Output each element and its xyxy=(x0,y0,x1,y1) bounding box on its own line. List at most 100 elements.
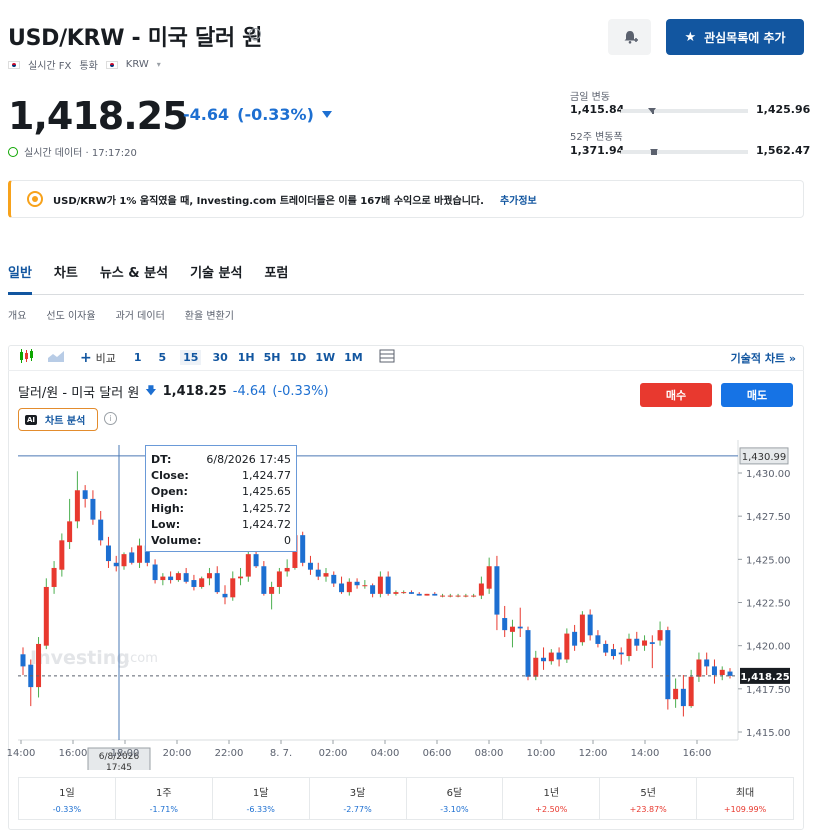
banner-more-link[interactable]: 추가정보 xyxy=(500,192,537,207)
candle-body xyxy=(284,567,290,572)
candle-body xyxy=(370,585,376,594)
candle-body xyxy=(401,592,407,594)
candle-body xyxy=(440,595,446,597)
ai-badge-icon: AI xyxy=(25,414,38,425)
x-tick-label: 14:00 xyxy=(7,748,36,759)
compare-label: 비교 xyxy=(95,351,116,365)
perf-cell-3m[interactable]: 3달 -2.77% xyxy=(310,778,407,819)
perf-cell-max[interactable]: 최대 +109.99% xyxy=(697,778,793,819)
subtab-forward-rates[interactable]: 선도 이자율 xyxy=(46,307,95,322)
realtime-label: 실시간 데이터 · 17:17:20 xyxy=(24,148,137,159)
chart-toolbar: + 비교 1 5 15 30 1H 5H 1D 1W 1M 기술적 차트 » xyxy=(8,345,804,371)
chevron-down-icon[interactable]: ▾ xyxy=(157,60,161,69)
tooltip-row: High: 1,425.72 xyxy=(151,501,291,515)
table-view-icon[interactable] xyxy=(379,349,395,366)
korea-flag-icon xyxy=(8,60,20,69)
subtab-overview[interactable]: 개요 xyxy=(8,307,26,322)
plus-icon: + xyxy=(80,349,92,366)
day-range-bar xyxy=(621,109,748,113)
interval-15[interactable]: 15 xyxy=(180,350,202,365)
perf-cell-5y[interactable]: 5년 +23.87% xyxy=(600,778,698,819)
perf-cell-1m[interactable]: 1달 -6.33% xyxy=(213,778,310,819)
info-icon[interactable]: i xyxy=(104,412,117,425)
candle-body xyxy=(129,552,135,563)
candle-body xyxy=(579,614,585,643)
candle-body xyxy=(696,659,702,677)
candle-body xyxy=(113,562,119,567)
y-tick-label: 1,420.00 xyxy=(746,642,791,653)
perf-cell-1w[interactable]: 1주 -1.71% xyxy=(116,778,213,819)
compare-button[interactable]: + 비교 xyxy=(80,350,116,366)
currency-selector[interactable]: KRW xyxy=(126,59,149,70)
tab-forum[interactable]: 포럼 xyxy=(264,262,288,295)
interval-1w[interactable]: 1W xyxy=(315,351,335,364)
week52-high: 1,562.47 xyxy=(756,144,811,157)
interval-1m[interactable]: 1M xyxy=(344,351,363,364)
perf-cell-6m[interactable]: 6달 -3.10% xyxy=(407,778,504,819)
candle-body xyxy=(642,640,648,646)
candlestick-chart[interactable]: Investing .com 1,430.996/8/202617:451,41… xyxy=(0,440,820,770)
chart-change-pct: (-0.33%) xyxy=(272,384,329,399)
chart-overlay: 1,430.996/8/202617:451,418.25 xyxy=(18,445,790,770)
candle-body xyxy=(564,633,570,660)
candle-body xyxy=(649,642,655,644)
week52-range-label: 52주 변동폭 xyxy=(570,132,623,143)
candle-body xyxy=(160,576,166,581)
candle-body xyxy=(719,669,725,676)
week52-low: 1,371.94 xyxy=(570,144,625,157)
interval-1[interactable]: 1 xyxy=(134,351,142,364)
candle-body xyxy=(455,595,461,597)
perf-cell-1y[interactable]: 1년 +2.50% xyxy=(503,778,601,819)
candle-body xyxy=(711,666,717,676)
x-tick-label: 08:00 xyxy=(475,748,504,759)
main-tabs: 일반 차트 뉴스 & 분석 기술 분석 포럼 xyxy=(8,262,804,295)
candle-body xyxy=(36,643,42,688)
x-tick-label: 16:00 xyxy=(683,748,712,759)
price-change: -4.64 (-0.33%) xyxy=(183,105,332,124)
candlestick-icon[interactable] xyxy=(18,349,34,366)
subtab-converter[interactable]: 환율 변환기 xyxy=(185,307,234,322)
tooltip-row: Volume: 0 xyxy=(151,534,291,548)
x-tick-label: 02:00 xyxy=(319,748,348,759)
candle-body xyxy=(346,581,352,593)
interval-5h[interactable]: 5H xyxy=(264,351,281,364)
alert-button[interactable] xyxy=(608,19,651,55)
candle-body xyxy=(463,595,469,597)
day-range-label: 금일 변동 xyxy=(570,92,610,103)
interval-1d[interactable]: 1D xyxy=(290,351,307,364)
candle-body xyxy=(98,519,104,541)
add-to-watchlist-button[interactable]: ★ 관심목록에 추가 xyxy=(666,19,804,55)
interval-5[interactable]: 5 xyxy=(158,351,166,364)
interval-1h[interactable]: 1H xyxy=(238,351,255,364)
tab-news[interactable]: 뉴스 & 분석 xyxy=(100,262,168,295)
candle-body xyxy=(673,688,679,700)
tab-chart[interactable]: 차트 xyxy=(54,262,78,295)
last-price: 1,418.25 xyxy=(8,94,189,138)
candle-body xyxy=(408,592,414,594)
y-tick-label: 1,422.50 xyxy=(746,599,791,610)
candle-body xyxy=(137,545,143,563)
interval-30[interactable]: 30 xyxy=(212,351,227,364)
perf-cell-1d[interactable]: 1일 -0.33% xyxy=(19,778,116,819)
day-high: 1,425.96 xyxy=(756,103,811,116)
x-tick-label: 18:00 xyxy=(111,748,140,759)
candle-body xyxy=(214,573,220,593)
area-chart-icon[interactable] xyxy=(48,349,64,366)
sell-button[interactable]: 매도 xyxy=(721,383,793,407)
buy-button[interactable]: 매수 xyxy=(640,383,712,407)
currency-type-label: 통화 xyxy=(79,61,98,72)
y-axis: 1,430.00 1,427.50 1,425.00 1,422.50 1,420.00… xyxy=(738,469,791,739)
candle-body xyxy=(300,535,306,563)
x-tick-label: 20:00 xyxy=(163,748,192,759)
candle-body xyxy=(587,614,593,636)
tab-general[interactable]: 일반 xyxy=(8,262,32,295)
technical-chart-link[interactable]: 기술적 차트 » xyxy=(731,350,796,366)
info-icon[interactable]: i xyxy=(249,28,261,40)
ai-chart-analysis-button[interactable]: AI 차트 분석 xyxy=(18,408,98,431)
tab-technical[interactable]: 기술 분석 xyxy=(190,262,242,295)
candle-body xyxy=(307,562,313,570)
candle-body xyxy=(393,592,399,594)
subtab-historical-data[interactable]: 과거 데이터 xyxy=(116,307,165,322)
candle-body xyxy=(269,586,275,594)
candle-body xyxy=(82,490,88,499)
